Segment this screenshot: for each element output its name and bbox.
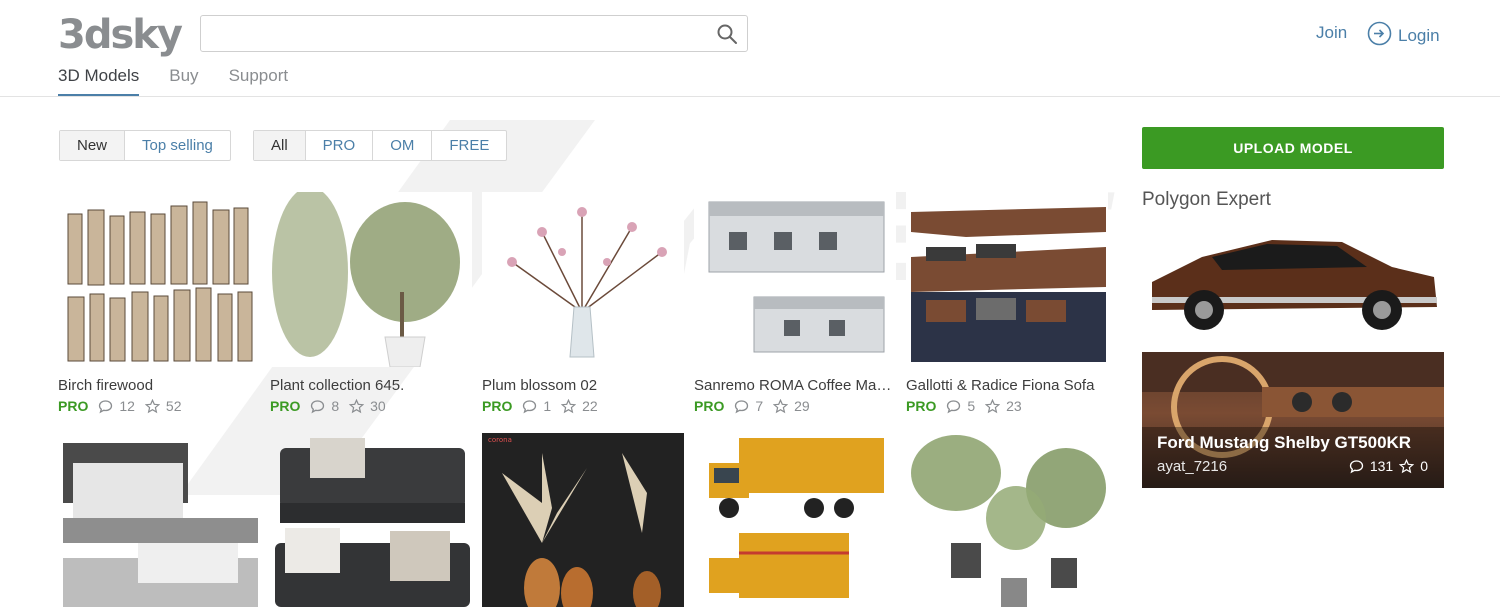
model-card[interactable]: Gallotti & Radice Fiona Sofa PRO 5 23 [906, 192, 1108, 414]
model-thumbnail-trucks[interactable] [694, 433, 896, 607]
comment-count: 7 [755, 398, 764, 414]
site-header: 3dsky 3D Models Buy Support Join Login [0, 0, 1500, 97]
star-icon [561, 398, 577, 413]
model-card[interactable]: Plant collection 645. PRO 8 30 [270, 192, 472, 414]
sidebar-title: Polygon Expert [1142, 189, 1271, 210]
like-count: 29 [794, 398, 810, 414]
comment-icon [523, 399, 537, 413]
model-title[interactable]: Sanremo ROMA Coffee Machine [694, 377, 896, 394]
upload-model-button[interactable]: UPLOAD MODEL [1142, 127, 1444, 169]
login-icon [1367, 21, 1392, 51]
star-icon [1399, 458, 1415, 473]
star-icon [773, 398, 789, 413]
star-icon [349, 398, 365, 413]
search-input[interactable] [200, 15, 748, 52]
svg-text:corona: corona [488, 436, 512, 444]
nav-item-3d-models[interactable]: 3D Models [58, 66, 140, 96]
comment-count: 8 [331, 398, 340, 414]
comment-icon [947, 399, 961, 413]
comment-count: 5 [967, 398, 976, 414]
model-card[interactable]: Birch firewood PRO 12 52 [58, 192, 260, 414]
filter-pro[interactable]: PRO [306, 131, 374, 160]
model-title[interactable]: Plant collection 645. [270, 377, 472, 394]
featured-title: Ford Mustang Shelby GT500KR [1157, 433, 1412, 452]
model-card[interactable]: Sanremo ROMA Coffee Machine PRO 7 29 [694, 192, 896, 414]
login-label: Login [1398, 26, 1440, 45]
main-nav: 3D Models Buy Support [58, 66, 318, 96]
search-icon[interactable] [715, 22, 739, 46]
comment-count: 1 [543, 398, 552, 414]
login-link[interactable]: Login [1367, 21, 1440, 51]
model-meta: PRO 1 22 [482, 398, 684, 414]
comment-count: 12 [119, 398, 135, 414]
model-thumbnail-potted-trees[interactable] [906, 433, 1108, 607]
pro-badge: PRO [270, 398, 301, 414]
model-meta: PRO 12 52 [58, 398, 260, 414]
featured-model-card[interactable]: Ford Mustang Shelby GT500KR ayat_7216 13… [1142, 352, 1444, 488]
model-meta: PRO 5 23 [906, 398, 1108, 414]
model-thumbnail-firewood[interactable] [58, 192, 260, 367]
model-thumbnail-plum-blossom[interactable] [482, 192, 684, 367]
featured-likes: 0 [1420, 458, 1428, 474]
featured-comments: 131 [1369, 458, 1394, 474]
filter-all[interactable]: All [254, 131, 306, 160]
join-link[interactable]: Join [1316, 23, 1347, 43]
featured-car-thumbnail[interactable] [1142, 212, 1444, 347]
model-title[interactable]: Birch firewood [58, 377, 260, 394]
type-filter: All PRO OM FREE [253, 130, 508, 161]
filter-new[interactable]: New [60, 131, 126, 160]
comment-icon [735, 399, 749, 413]
logo[interactable]: 3dsky [58, 12, 183, 58]
filter-free[interactable]: FREE [432, 131, 506, 160]
model-meta: PRO 8 30 [270, 398, 472, 414]
like-count: 52 [165, 398, 182, 414]
model-thumbnail-plants[interactable] [270, 192, 472, 367]
like-count: 30 [370, 398, 386, 414]
featured-author[interactable]: ayat_7216 [1157, 458, 1227, 475]
like-count: 22 [582, 398, 598, 414]
pro-badge: PRO [58, 398, 89, 414]
filter-top-selling[interactable]: Top selling [125, 131, 230, 160]
star-icon [144, 398, 160, 413]
nav-item-support[interactable]: Support [229, 66, 289, 96]
model-card[interactable]: Plum blossom 02 PRO 1 22 [482, 192, 684, 414]
comment-icon [1349, 459, 1363, 473]
pro-badge: PRO [482, 398, 513, 414]
comment-icon [99, 399, 113, 413]
like-count: 23 [1006, 398, 1022, 414]
model-title[interactable]: Plum blossom 02 [482, 377, 684, 394]
sort-filter: New Top selling [59, 130, 231, 161]
featured-stats: 131 0 [1349, 458, 1428, 474]
model-meta: PRO 7 29 [694, 398, 896, 414]
star-icon [985, 398, 1001, 413]
pro-badge: PRO [906, 398, 937, 414]
model-thumbnail-bed[interactable] [58, 433, 260, 607]
model-thumbnail-coffee-machine[interactable] [694, 192, 896, 367]
model-title[interactable]: Gallotti & Radice Fiona Sofa [906, 377, 1108, 394]
nav-item-buy[interactable]: Buy [169, 66, 198, 96]
model-thumbnail-leather-sofa[interactable] [270, 433, 472, 607]
model-thumbnail-sofa[interactable] [906, 192, 1108, 367]
model-thumbnail-dried-palm[interactable]: corona [482, 433, 684, 607]
filter-om[interactable]: OM [373, 131, 433, 160]
comment-icon [311, 399, 325, 413]
pro-badge: PRO [694, 398, 725, 414]
